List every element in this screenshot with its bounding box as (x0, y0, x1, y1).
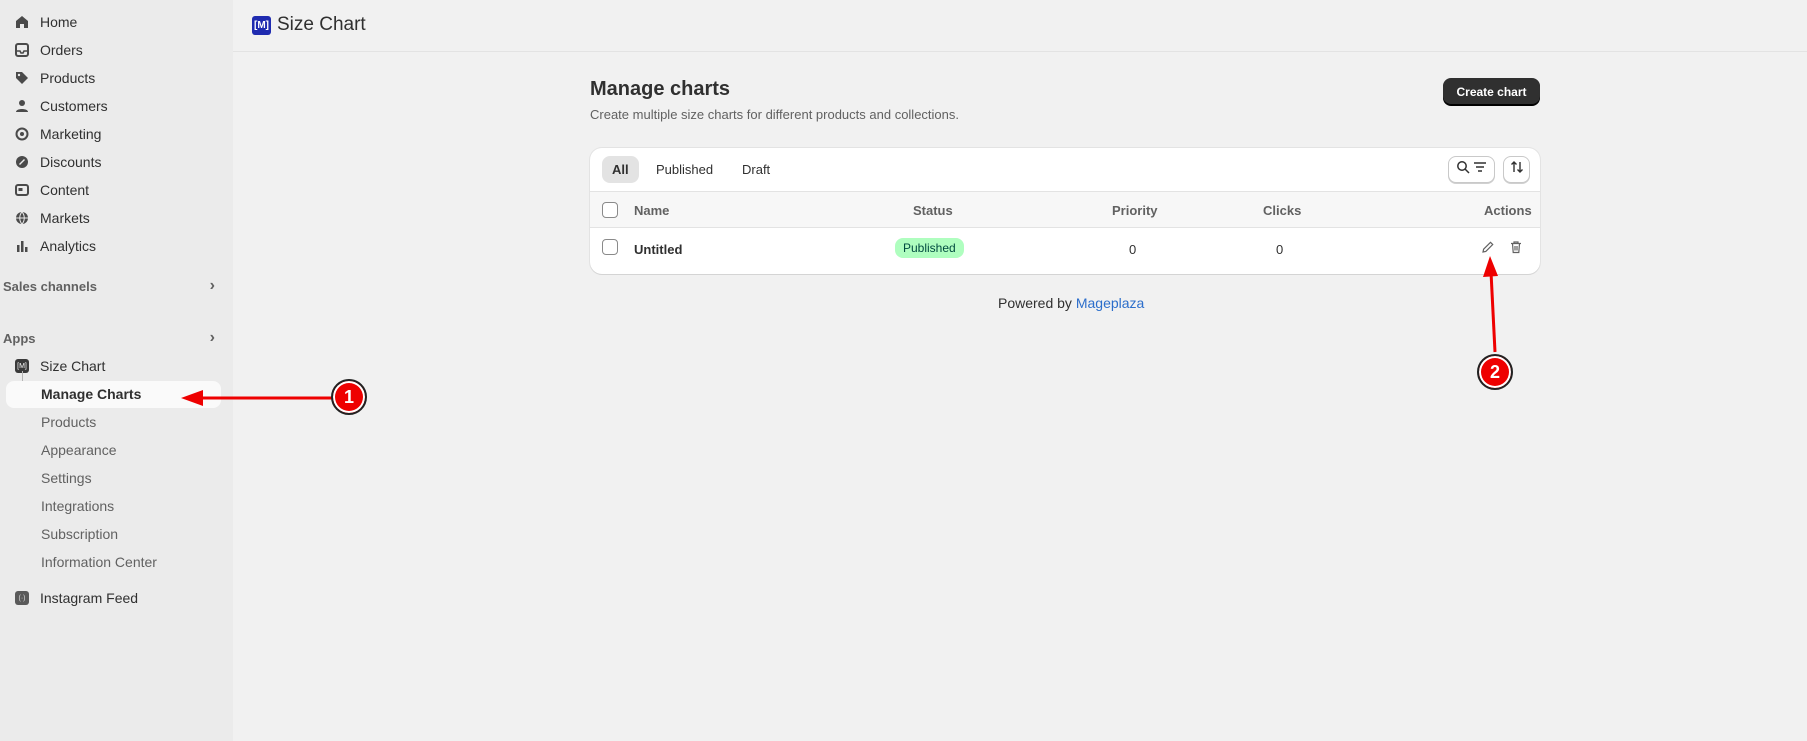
annotation-marker-1: 1 (331, 379, 367, 415)
search-filter-button[interactable] (1448, 156, 1495, 183)
tab-all[interactable]: All (602, 156, 639, 183)
sidebar-item-label: Home (40, 14, 78, 30)
apps-header[interactable]: Apps › (3, 328, 223, 348)
delete-icon[interactable] (1506, 237, 1526, 257)
sidebar-subitem-manage-charts[interactable]: Manage Charts (6, 381, 221, 408)
arrow-2-line (1489, 271, 1497, 353)
app-topbar: [M] Size Chart (233, 0, 1807, 52)
sidebar-subitem-subscription[interactable]: Subscription (41, 521, 118, 547)
sidebar-subitem-products[interactable]: Products (41, 409, 96, 435)
sidebar-subitem-information-center[interactable]: Information Center (41, 549, 157, 575)
status-badge: Published (895, 238, 964, 258)
inbox-icon (14, 42, 30, 58)
sidebar-item-label: Instagram Feed (40, 590, 139, 606)
row-checkbox[interactable] (602, 239, 618, 255)
sidebar-item-label: Marketing (40, 126, 102, 142)
page-subtitle: Create multiple size charts for differen… (590, 107, 959, 122)
sidebar-item-label: Orders (40, 42, 83, 58)
sales-channels-label: Sales channels (3, 278, 97, 294)
target-icon (14, 126, 30, 142)
column-actions: Actions (1484, 203, 1532, 218)
sort-icon (1510, 160, 1524, 179)
sidebar-item-label: Markets (40, 210, 90, 226)
home-icon (14, 14, 30, 30)
discount-icon (14, 154, 30, 170)
globe-icon (14, 210, 30, 226)
content-icon (14, 182, 30, 198)
powered-by-label: Powered by (998, 295, 1072, 311)
sidebar-item-analytics[interactable]: Analytics (0, 233, 233, 259)
sidebar-item-marketing[interactable]: Marketing (0, 121, 233, 147)
person-icon (14, 98, 30, 114)
app-title: Size Chart (277, 14, 366, 35)
sidebar-item-label: Customers (40, 98, 108, 114)
powered-by-text: Powered by Mageplaza (998, 295, 1144, 311)
priority-value: 0 (1129, 242, 1137, 257)
sidebar: Home Orders Products Customers Marketing… (0, 0, 233, 741)
sidebar-item-label: Products (40, 70, 96, 86)
instagram-feed-app-icon: (·) (14, 590, 30, 606)
column-name: Name (634, 203, 670, 218)
chevron-right-icon: › (209, 329, 215, 346)
sidebar-item-markets[interactable]: Markets (0, 205, 233, 231)
clicks-value: 0 (1276, 242, 1284, 257)
sidebar-item-discounts[interactable]: Discounts (0, 149, 233, 175)
chevron-right-icon: › (209, 277, 215, 294)
tab-published[interactable]: Published (646, 156, 723, 183)
column-clicks: Clicks (1263, 203, 1302, 218)
edit-icon[interactable] (1478, 237, 1498, 257)
sidebar-item-content[interactable]: Content (0, 177, 233, 203)
table-row[interactable]: Untitled Published 0 0 (590, 228, 1540, 274)
column-status: Status (913, 203, 953, 218)
sidebar-item-label: Analytics (40, 238, 97, 254)
column-priority: Priority (1112, 203, 1158, 218)
filter-tabs: All Published Draft (590, 148, 1540, 191)
select-all-checkbox[interactable] (602, 202, 618, 218)
sales-channels-header[interactable]: Sales channels › (3, 276, 223, 296)
bar-chart-icon (14, 238, 30, 254)
search-icon (1456, 160, 1470, 179)
sort-button[interactable] (1503, 156, 1530, 183)
sidebar-item-label: Discounts (40, 154, 102, 170)
chart-name[interactable]: Untitled (634, 242, 682, 257)
annotation-marker-2: 2 (1477, 354, 1513, 390)
sidebar-subitem-settings[interactable]: Settings (41, 465, 92, 491)
charts-table-card: All Published Draft Name Status Priority… (590, 148, 1540, 274)
sidebar-item-label: Content (40, 182, 90, 198)
apps-label: Apps (3, 330, 36, 346)
sidebar-item-label: Size Chart (40, 358, 106, 374)
page-title: Manage charts (590, 78, 731, 100)
sidebar-item-size-chart[interactable]: [M] Size Chart (0, 353, 233, 379)
sidebar-item-products[interactable]: Products (0, 65, 233, 91)
tab-draft[interactable]: Draft (732, 156, 780, 183)
sidebar-subitem-label: Manage Charts (41, 386, 142, 402)
sidebar-item-instagram-feed[interactable]: (·) Instagram Feed (0, 585, 233, 611)
sidebar-subitem-appearance[interactable]: Appearance (41, 437, 117, 463)
sidebar-item-orders[interactable]: Orders (0, 37, 233, 63)
mageplaza-link[interactable]: Mageplaza (1076, 295, 1145, 311)
create-chart-button[interactable]: Create chart (1443, 78, 1540, 105)
size-chart-logo-icon: [M] (252, 16, 271, 35)
table-header: Name Status Priority Clicks Actions (590, 191, 1540, 228)
sidebar-item-customers[interactable]: Customers (0, 93, 233, 119)
sidebar-item-home[interactable]: Home (0, 9, 233, 35)
filter-icon (1473, 160, 1487, 179)
tag-icon (14, 70, 30, 86)
sidebar-subitem-integrations[interactable]: Integrations (41, 493, 114, 519)
